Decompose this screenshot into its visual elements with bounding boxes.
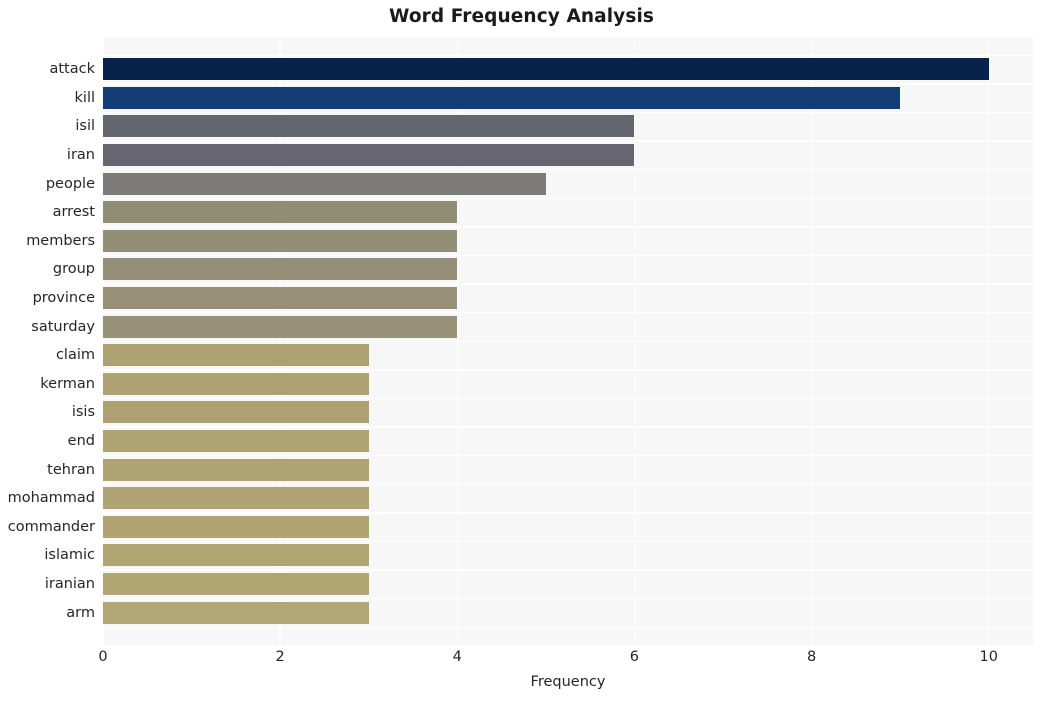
bar-isil [103, 115, 635, 138]
gridline-horizontal [103, 569, 1033, 571]
bar-mohammad [103, 487, 369, 510]
bar-isis [103, 401, 369, 424]
gridline-horizontal [103, 626, 1033, 629]
gridline-horizontal [103, 254, 1033, 257]
y-tick-label-commander: commander [7, 518, 95, 535]
gridline-horizontal [103, 312, 1033, 314]
gridline-horizontal [103, 598, 1033, 600]
y-tick-label-iranian: iranian [44, 575, 95, 592]
y-tick-label-kerman: kerman [40, 375, 95, 392]
bar-people [103, 172, 546, 195]
gridline-horizontal [103, 426, 1033, 428]
x-axis: 0 2 4 6 8 10 [98, 645, 1033, 669]
bar-iran [103, 143, 635, 166]
y-tick-label-claim: claim [55, 347, 95, 364]
bar-kerman [103, 372, 369, 395]
plot-area [102, 37, 1033, 645]
y-tick-label-province: province [32, 289, 95, 306]
bar-islamic [103, 544, 369, 567]
bar-kill [103, 86, 901, 109]
y-tick-label-people: people [45, 175, 95, 192]
bar-group [103, 258, 458, 281]
bar-arm [103, 601, 369, 624]
gridline-horizontal [103, 397, 1033, 400]
bar-members [103, 229, 458, 252]
bar-attack [103, 58, 989, 81]
x-axis-title: Frequency [530, 674, 606, 690]
y-tick-label-mohammad: mohammad [7, 490, 95, 507]
gridline-horizontal [103, 540, 1033, 543]
chart-title: Word Frequency Analysis [388, 6, 655, 27]
bar-tehran [103, 458, 369, 481]
bar-province [103, 286, 458, 309]
y-tick-label-isis: isis [71, 404, 95, 421]
y-tick-label-saturday: saturday [31, 318, 95, 335]
gridline-horizontal [103, 512, 1033, 514]
x-tick-label-8: 8 [806, 649, 817, 665]
gridline-horizontal [103, 283, 1033, 285]
y-tick-label-tehran: tehran [47, 461, 95, 478]
y-tick-label-islamic: islamic [44, 547, 95, 564]
bar-end [103, 429, 369, 452]
y-tick-label-arrest: arrest [52, 204, 95, 221]
gridline-horizontal [103, 54, 1033, 57]
x-tick-label-10: 10 [979, 649, 998, 665]
bar-saturday [103, 315, 458, 338]
gridline-horizontal [103, 197, 1033, 200]
gridline-horizontal [103, 83, 1033, 85]
bar-commander [103, 515, 369, 538]
y-tick-label-arm: arm [66, 604, 95, 621]
gridline-horizontal [103, 369, 1033, 371]
x-tick-label-4: 4 [452, 649, 462, 665]
y-tick-label-isil: isil [75, 118, 95, 135]
bar-arrest [103, 201, 458, 224]
x-tick-label-6: 6 [629, 649, 640, 665]
gridline-horizontal [103, 140, 1033, 142]
gridline-horizontal [103, 483, 1033, 486]
bar-iranian [103, 572, 369, 595]
y-tick-label-members: members [26, 232, 95, 249]
x-tick-label-2: 2 [275, 649, 285, 665]
y-tick-label-end: end [67, 432, 95, 449]
y-tick-label-attack: attack [49, 61, 95, 78]
gridline-horizontal [103, 169, 1033, 171]
bar-claim [103, 344, 369, 367]
gridline-horizontal [103, 226, 1033, 228]
y-axis: attack kill isil iran people arrest members gro… [0, 37, 95, 645]
y-tick-label-iran: iran [66, 146, 95, 163]
gridline-horizontal [103, 340, 1033, 343]
y-tick-label-kill: kill [74, 89, 95, 106]
y-tick-label-group: group [52, 261, 95, 278]
x-tick-label-0: 0 [98, 649, 108, 665]
gridline-horizontal [103, 111, 1033, 114]
gridline-horizontal [103, 455, 1033, 457]
word-frequency-chart: Word Frequency Analysis attack kill isil ir… [0, 0, 1043, 701]
